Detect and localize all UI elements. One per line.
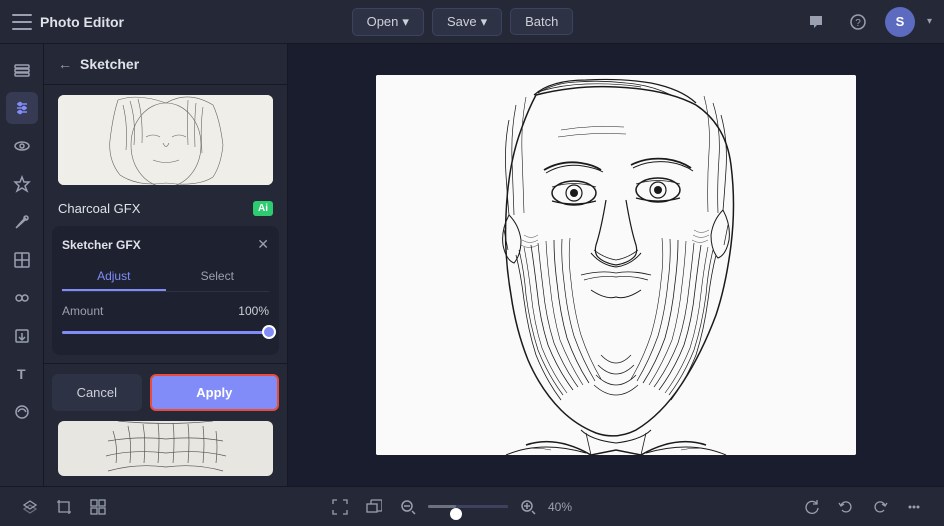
zoom-out-icon[interactable]: [394, 493, 422, 521]
redo-icon[interactable]: [866, 493, 894, 521]
adjustments-icon[interactable]: [6, 92, 38, 124]
eye-icon[interactable]: [6, 130, 38, 162]
cancel-button[interactable]: Cancel: [52, 374, 142, 411]
layers-icon[interactable]: [6, 54, 38, 86]
undo-icon[interactable]: [832, 493, 860, 521]
menu-icon[interactable]: [12, 14, 32, 30]
topbar-right: ? S ▾: [801, 7, 932, 37]
preset-label-row: Charcoal GFX Ai: [44, 195, 287, 226]
icon-bar: T: [0, 44, 44, 486]
chat-icon[interactable]: [801, 7, 831, 37]
back-button[interactable]: ←: [58, 56, 72, 72]
layers-bottom-icon[interactable]: [16, 493, 44, 521]
save-button[interactable]: Save ▾: [432, 8, 502, 36]
panel-actions: Cancel Apply: [44, 363, 287, 421]
help-icon[interactable]: ?: [843, 7, 873, 37]
sub-panel-header: Sketcher GFX ✕: [62, 236, 269, 253]
preset-name: Charcoal GFX: [58, 201, 140, 216]
side-panel: ← Sketcher: [44, 44, 288, 486]
amount-label: Amount: [62, 304, 103, 318]
svg-text:T: T: [17, 366, 26, 382]
topbar-center: Open ▾ Save ▾ Batch: [124, 8, 801, 36]
apply-button[interactable]: Apply: [150, 374, 279, 411]
amount-slider-group: Amount 100%: [62, 304, 269, 342]
zoom-value: 40%: [548, 500, 584, 514]
panel-header: ← Sketcher: [44, 44, 287, 85]
zoom-in-icon[interactable]: [514, 493, 542, 521]
bottom-tools-right: [798, 493, 928, 521]
main-area: T ← Sketcher: [0, 44, 944, 486]
batch-button[interactable]: Batch: [510, 8, 573, 35]
transform-icon[interactable]: [360, 493, 388, 521]
open-button[interactable]: Open ▾: [352, 8, 424, 36]
more-options-icon[interactable]: [900, 493, 928, 521]
amount-value: 100%: [238, 304, 269, 318]
brush-icon[interactable]: [6, 206, 38, 238]
topbar-left: Photo Editor: [12, 14, 124, 30]
effects-icon[interactable]: [6, 168, 38, 200]
amount-slider[interactable]: [62, 322, 269, 342]
crop-icon[interactable]: [50, 493, 78, 521]
group-icon[interactable]: [6, 282, 38, 314]
amount-slider-row: Amount 100%: [62, 304, 269, 318]
ai-badge: Ai: [253, 201, 273, 216]
tab-adjust[interactable]: Adjust: [62, 263, 166, 291]
text-icon[interactable]: T: [6, 358, 38, 390]
tabs: Adjust Select: [62, 263, 269, 292]
export-icon[interactable]: [6, 320, 38, 352]
chevron-down-icon: ▾: [402, 14, 409, 30]
grid-icon[interactable]: [84, 493, 112, 521]
sub-panel: Sketcher GFX ✕ Adjust Select Amount 100%: [52, 226, 279, 355]
amount-thumb[interactable]: [262, 325, 276, 339]
sub-panel-title: Sketcher GFX: [62, 238, 141, 252]
rotate-right-icon[interactable]: [798, 493, 826, 521]
zoom-slider[interactable]: [428, 505, 508, 508]
panel-title: Sketcher: [80, 56, 139, 72]
topbar: Photo Editor Open ▾ Save ▾ Batch ? S ▾: [0, 0, 944, 44]
amount-track: [62, 331, 269, 334]
svg-text:?: ?: [855, 18, 861, 29]
canvas-area: [288, 44, 944, 486]
bottom-thumbnail: [58, 421, 273, 476]
amount-fill: [62, 331, 269, 334]
close-sub-panel-button[interactable]: ✕: [257, 236, 269, 253]
sketch-image: [376, 75, 856, 455]
app-title: Photo Editor: [40, 14, 124, 30]
mask-icon[interactable]: [6, 396, 38, 428]
tab-select[interactable]: Select: [166, 263, 270, 291]
zoom-control: 40%: [326, 493, 584, 521]
table-icon[interactable]: [6, 244, 38, 276]
preview-thumbnail: [58, 95, 273, 185]
fit-screen-icon[interactable]: [326, 493, 354, 521]
bottom-tools-left: [16, 493, 112, 521]
user-avatar[interactable]: S: [885, 7, 915, 37]
user-chevron-icon[interactable]: ▾: [927, 16, 932, 27]
chevron-down-icon: ▾: [481, 14, 488, 30]
bottom-bar: 40%: [0, 486, 944, 526]
